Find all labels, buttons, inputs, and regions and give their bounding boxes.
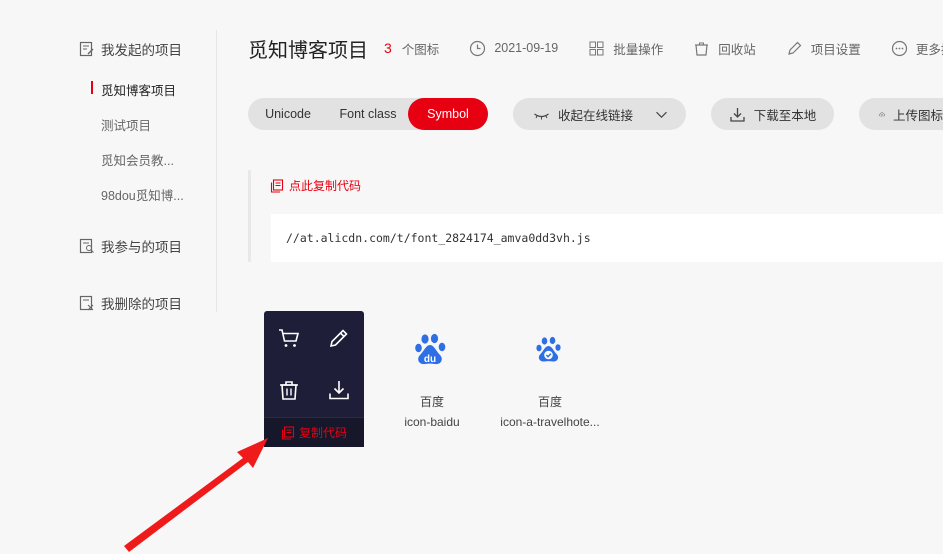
annotation-arrow <box>124 438 268 552</box>
